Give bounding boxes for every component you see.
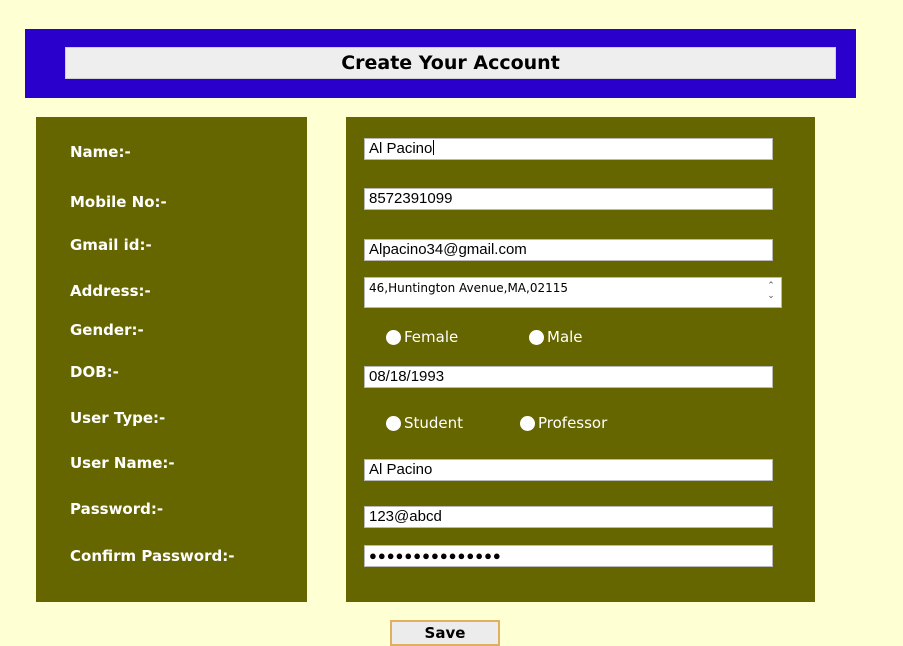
address-value: 46,Huntington Avenue,MA,02115 (369, 281, 568, 295)
user-name-input[interactable]: Al Pacino (364, 459, 773, 481)
radio-circle-icon (520, 415, 535, 431)
confirm-password-input[interactable]: ●●●●●●●●●●●●●●● (364, 545, 773, 567)
page-title: Create Your Account (65, 47, 836, 79)
dob-input[interactable]: 08/18/1993 (364, 366, 773, 388)
name-value: Al Pacino (369, 140, 433, 157)
user-name-label: User Name:- (70, 454, 175, 472)
gender-male-radio[interactable]: Male (529, 327, 583, 347)
address-label: Address:- (70, 282, 151, 300)
gmail-label: Gmail id:- (70, 236, 152, 254)
field-panel: Al Pacino 8572391099 Alpacino34@gmail.co… (346, 117, 815, 602)
name-input[interactable]: Al Pacino (364, 138, 773, 160)
name-label: Name:- (70, 143, 131, 161)
user-type-professor-radio[interactable]: Professor (520, 413, 607, 433)
mobile-label: Mobile No:- (70, 193, 167, 211)
confirm-password-label: Confirm Password:- (70, 547, 235, 565)
radio-circle-icon (386, 415, 401, 431)
professor-option-label: Professor (538, 414, 608, 432)
address-textarea[interactable]: 46,Huntington Avenue,MA,02115 ⌃ ⌄ (364, 277, 782, 308)
radio-circle-icon (386, 329, 401, 345)
password-input[interactable]: 123@abcd (364, 506, 773, 528)
gender-female-radio[interactable]: Female (386, 327, 458, 347)
label-panel: Name:- Mobile No:- Gmail id:- Address:- … (36, 117, 307, 602)
male-option-label: Male (547, 328, 583, 346)
radio-circle-icon (529, 329, 544, 345)
student-option-label: Student (404, 414, 464, 432)
user-type-label: User Type:- (70, 409, 166, 427)
mobile-input[interactable]: 8572391099 (364, 188, 773, 210)
gender-label: Gender:- (70, 321, 144, 339)
dob-label: DOB:- (70, 363, 119, 381)
password-label: Password:- (70, 500, 164, 518)
header-bar: Create Your Account (25, 29, 856, 98)
gmail-input[interactable]: Alpacino34@gmail.com (364, 239, 773, 261)
address-scrollbar[interactable]: ⌃ ⌄ (763, 281, 779, 304)
scroll-down-icon[interactable]: ⌄ (763, 291, 779, 301)
scroll-up-icon[interactable]: ⌃ (763, 281, 779, 291)
save-button[interactable]: Save (390, 620, 500, 646)
user-type-student-radio[interactable]: Student (386, 413, 463, 433)
text-cursor (433, 140, 435, 155)
female-option-label: Female (404, 328, 459, 346)
